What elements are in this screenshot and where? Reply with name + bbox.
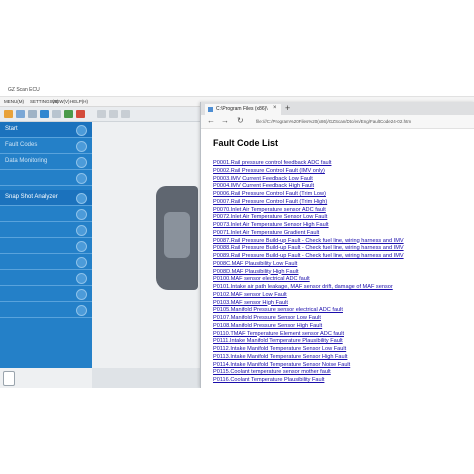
- fault-code-link[interactable]: P0088.Rail Pressure Build-up Fault - Che…: [213, 245, 471, 253]
- sidebar-item[interactable]: [0, 170, 92, 186]
- engine-image-detail: [164, 212, 190, 258]
- app-titlebar: GZ Scan ECU: [0, 86, 474, 97]
- sidebar-item[interactable]: [0, 254, 92, 270]
- sidebar-item-label: Start: [5, 126, 18, 132]
- folder-icon[interactable]: [4, 110, 13, 118]
- fault-code-link[interactable]: P0087.Rail Pressure Build-up Fault - Che…: [213, 238, 471, 246]
- browser-window: C:\Program Files (x86)\ × + ← → ↻ file:/…: [200, 102, 474, 388]
- camera-icon[interactable]: [40, 110, 49, 118]
- fault-code-link[interactable]: P0004.IMV Current Feedback High Fault: [213, 183, 471, 191]
- fault-code-link[interactable]: P0089.Rail Pressure Build-up Fault - Che…: [213, 253, 471, 261]
- sidebar-item[interactable]: [0, 238, 92, 254]
- address-text: file:///C:/Program%20Files%20(x86)/GZSca…: [256, 119, 412, 124]
- refresh-icon[interactable]: ↻: [237, 116, 244, 126]
- fault-code-link[interactable]: P0107.Manifold Pressure Sensor Low Fault: [213, 315, 471, 323]
- fault-code-link[interactable]: P0110.TMAF Temperature Element sensor AD…: [213, 331, 471, 339]
- tab-title: C:\Program Files (x86)\: [216, 106, 268, 112]
- fault-list: P0001.Rail pressure control feedback ADC…: [213, 160, 471, 385]
- sidebar-item[interactable]: [0, 270, 92, 286]
- sidebar-item-label: Data Monitoring: [5, 158, 48, 164]
- sidebar-item-label: Snap Shot Analyzer: [5, 194, 58, 200]
- fault-code-link[interactable]: P0114.Intake Manifold Temperature Sensor…: [213, 362, 471, 370]
- tab-strip: C:\Program Files (x86)\ × +: [201, 102, 474, 115]
- sidebar-item-label: Fault Codes: [5, 142, 38, 148]
- address-bar[interactable]: file:///C:/Program%20Files%20(x86)/GZSca…: [256, 117, 471, 126]
- power-icon: [76, 125, 87, 136]
- item-icon: [76, 257, 87, 268]
- item-icon: [76, 225, 87, 236]
- fault-code-link[interactable]: P0111.Intake Manifold Temperature Plausi…: [213, 338, 471, 346]
- menu-item-menu[interactable]: MENU(M): [4, 99, 24, 104]
- item-icon: [76, 273, 87, 284]
- fault-icon: [76, 141, 87, 152]
- camera-icon: [76, 193, 87, 204]
- monitor-icon: [76, 157, 87, 168]
- page-title: Fault Code List: [213, 138, 278, 148]
- gauge-icon: [76, 173, 87, 184]
- app-status-area: [0, 368, 92, 388]
- fault-code-link[interactable]: P0102.MAF sensor Low Fault: [213, 292, 471, 300]
- status-button[interactable]: [3, 371, 15, 386]
- item-icon: [76, 241, 87, 252]
- nav-bar: ← → ↻ file:///C:/Program%20Files%20(x86)…: [201, 115, 474, 129]
- close-icon[interactable]: ×: [273, 105, 277, 111]
- nav-back-icon[interactable]: [97, 110, 106, 118]
- forward-icon[interactable]: →: [221, 116, 229, 126]
- sidebar-item-fault-codes[interactable]: Fault Codes: [0, 138, 92, 154]
- sidebar-item-snap-shot[interactable]: Snap Shot Analyzer: [0, 190, 92, 206]
- fault-code-link[interactable]: P0073.Inlet Air Temperature Sensor High …: [213, 222, 471, 230]
- fault-code-link[interactable]: P0072.Inlet Air Temperature Sensor Low F…: [213, 214, 471, 222]
- stop-icon[interactable]: [76, 110, 85, 118]
- sidebar-item[interactable]: [0, 286, 92, 302]
- fault-code-link[interactable]: P0112.Intake Manifold Temperature Sensor…: [213, 346, 471, 354]
- fault-code-link[interactable]: P0113.Intake Manifold Temperature Sensor…: [213, 354, 471, 362]
- sidebar-item[interactable]: [0, 222, 92, 238]
- app-title: GZ Scan ECU: [8, 87, 40, 93]
- menu-item-view[interactable]: VIEW(V): [52, 99, 70, 104]
- new-tab-button[interactable]: +: [285, 103, 290, 113]
- nav-forward-icon[interactable]: [109, 110, 118, 118]
- fault-code-link[interactable]: P008C.MAF Plausibility Low Fault: [213, 261, 471, 269]
- sidebar-item[interactable]: [0, 206, 92, 222]
- settings-icon[interactable]: [52, 110, 61, 118]
- fault-code-link[interactable]: P0006.Rail Pressure Control Fault (Trim …: [213, 191, 471, 199]
- fault-code-link[interactable]: P0101.Intake air path leakage, MAF senso…: [213, 284, 471, 292]
- fault-code-link[interactable]: P0108.Manifold Pressure Sensor High Faul…: [213, 323, 471, 331]
- save-icon[interactable]: [16, 110, 25, 118]
- fault-code-link[interactable]: P0001.Rail pressure control feedback ADC…: [213, 160, 471, 168]
- fault-code-link[interactable]: P0070.Inlet Air Temperature sensor ADC f…: [213, 207, 471, 215]
- fault-code-link[interactable]: P0103.MAF sensor High Fault: [213, 300, 471, 308]
- screen: GZ Scan ECU MENU(M) SETTINGS(S) VIEW(V) …: [0, 86, 474, 388]
- fault-code-link[interactable]: P0071.Inlet Air Temperature Gradient Fau…: [213, 230, 471, 238]
- item-icon: [76, 289, 87, 300]
- page-content: Fault Code List P0001.Rail pressure cont…: [201, 128, 474, 388]
- sidebar-item-data-monitoring[interactable]: Data Monitoring: [0, 154, 92, 170]
- sidebar: Start Fault Codes Data Monitoring Snap S…: [0, 122, 92, 368]
- print-icon[interactable]: [28, 110, 37, 118]
- fault-code-link[interactable]: P0007.Rail Pressure Control Fault (Trim …: [213, 199, 471, 207]
- fault-code-link[interactable]: P0100.MAF sensor electrical ADC fault: [213, 276, 471, 284]
- connect-icon[interactable]: [64, 110, 73, 118]
- fault-code-link[interactable]: P0116.Coolant Temperature Plausibility F…: [213, 377, 471, 385]
- nav-home-icon[interactable]: [121, 110, 130, 118]
- item-icon: [76, 209, 87, 220]
- fault-code-link[interactable]: P0003.IMV Current Feedback Low Fault: [213, 176, 471, 184]
- fault-code-link[interactable]: P0115.Coolant temperature sensor mother …: [213, 369, 471, 377]
- browser-tab[interactable]: C:\Program Files (x86)\ ×: [205, 104, 281, 115]
- sidebar-item[interactable]: [0, 302, 92, 318]
- file-icon: [208, 107, 213, 112]
- fault-code-link[interactable]: P008D.MAF Plausibility High Fault: [213, 269, 471, 277]
- fault-code-link[interactable]: P0002.Rail Pressure Control Fault (IMV o…: [213, 168, 471, 176]
- item-icon: [76, 305, 87, 316]
- sidebar-item-start[interactable]: Start: [0, 122, 92, 138]
- fault-code-link[interactable]: P0105.Manifold Pressure sensor electrica…: [213, 307, 471, 315]
- menu-item-help[interactable]: HELP(H): [70, 99, 88, 104]
- back-icon[interactable]: ←: [207, 116, 215, 126]
